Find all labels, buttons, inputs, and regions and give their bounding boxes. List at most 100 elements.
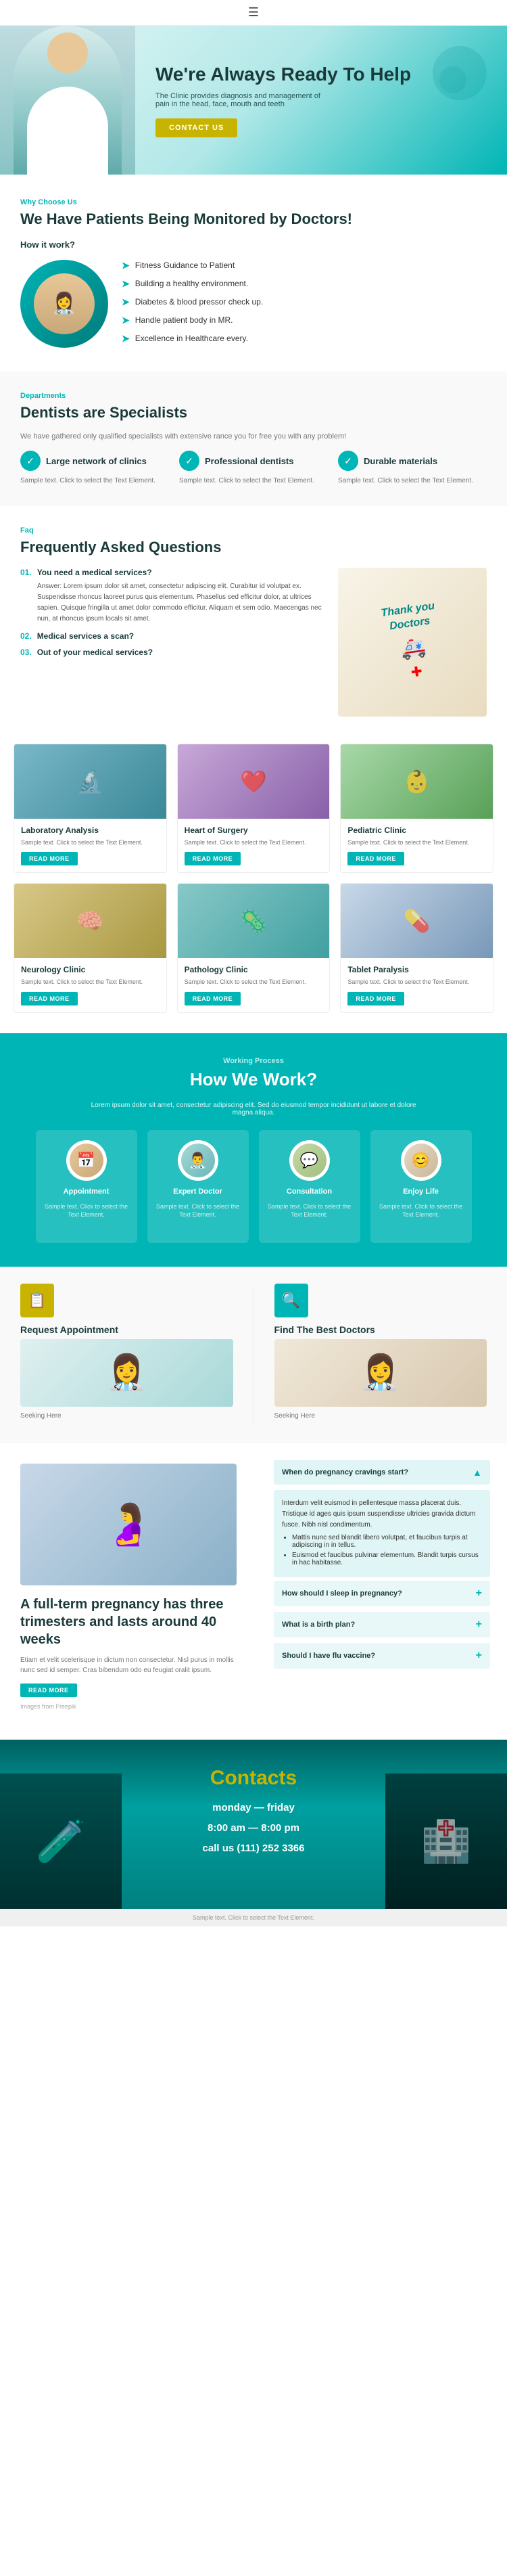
preg-qa-3: Should I have flu vaccine? + bbox=[274, 1643, 490, 1669]
faq-label: Faq bbox=[20, 526, 487, 535]
service-body-lab: Laboratory Analysis Sample text. Click t… bbox=[14, 819, 166, 873]
service-btn-pathology[interactable]: READ MORE bbox=[185, 992, 241, 1005]
nurse-image: 👩‍⚕️ bbox=[20, 260, 108, 348]
pathology-icon: 🦠 bbox=[240, 908, 267, 934]
doctor-silhouette bbox=[14, 26, 122, 175]
how-it-works-label: How it work? bbox=[20, 240, 487, 250]
thankyou-ambulance-icon: 🚑 bbox=[385, 633, 441, 664]
preg-read-more-btn[interactable]: READ MORE bbox=[20, 1684, 77, 1697]
faq-questions: 01. You need a medical services? Answer:… bbox=[20, 568, 324, 717]
service-text-pediatric: Sample text. Click to select the Text El… bbox=[347, 838, 486, 847]
service-body-neuro: Neurology Clinic Sample text. Click to s… bbox=[14, 958, 166, 1012]
dept-icon-3: ✓ bbox=[338, 451, 358, 471]
service-btn-tablet[interactable]: READ MORE bbox=[347, 992, 404, 1005]
service-btn-pediatric[interactable]: READ MORE bbox=[347, 852, 404, 865]
step-icon-1: 📅 bbox=[66, 1140, 107, 1181]
contacts-section: 🧪 🏥 Contacts monday — friday 8:00 am — 8… bbox=[0, 1740, 507, 1909]
preg-answer-list: Mattis nunc sed blandit libero volutpat,… bbox=[282, 1534, 482, 1566]
step-card-1: 📅 Appointment Sample text. Click to sele… bbox=[36, 1130, 137, 1243]
step-text-2: Sample text. Click to select the Text El… bbox=[154, 1202, 242, 1219]
step-img-4: 😊 bbox=[404, 1144, 438, 1177]
request-appointment-image: 👩‍⚕️ bbox=[20, 1339, 233, 1407]
doctors-photo-icon: 👩‍⚕️ bbox=[360, 1353, 402, 1393]
dept-subtitle: We have gathered only qualified speciali… bbox=[20, 432, 487, 440]
service-btn-lab[interactable]: READ MORE bbox=[21, 852, 78, 865]
faq-q1-text: You need a medical services? bbox=[37, 568, 152, 577]
faq-image: Thank youDoctors 🚑 ✚ bbox=[338, 568, 487, 717]
preg-main-question-text: When do pregnancy cravings start? bbox=[282, 1468, 408, 1476]
dept-card-2-text: Sample text. Click to select the Text El… bbox=[179, 476, 328, 486]
preg-q-2[interactable]: What is a birth plan? + bbox=[274, 1612, 490, 1637]
request-appointment-card: 📋 Request Appointment 👩‍⚕️ Seeking Here bbox=[20, 1284, 233, 1426]
step-icon-3: 💬 bbox=[289, 1140, 330, 1181]
contacts-time: 8:00 am — 8:00 pm bbox=[122, 1818, 385, 1838]
why-item-2: ➤Building a healthy environment. bbox=[122, 278, 263, 290]
faq-number-3: 03. bbox=[20, 648, 32, 657]
service-img-pediatric: 👶 bbox=[341, 744, 493, 819]
contacts-content: Contacts monday — friday 8:00 am — 8:00 … bbox=[0, 1740, 507, 1886]
service-btn-neuro[interactable]: READ MORE bbox=[21, 992, 78, 1005]
hamburger-menu-icon[interactable]: ☰ bbox=[248, 5, 259, 19]
faq-question-3[interactable]: 03. Out of your medical services? bbox=[20, 648, 324, 657]
heart-icon: ❤️ bbox=[240, 769, 267, 794]
service-title-pediatric: Pediatric Clinic bbox=[347, 826, 486, 835]
doctor-head bbox=[47, 32, 88, 73]
hero-cta-button[interactable]: CONTACT US bbox=[155, 118, 237, 137]
steps-grid: 📅 Appointment Sample text. Click to sele… bbox=[20, 1130, 487, 1243]
service-card-lab: 🔬 Laboratory Analysis Sample text. Click… bbox=[14, 744, 167, 874]
step-card-3: 💬 Consultation Sample text. Click to sel… bbox=[259, 1130, 360, 1243]
nurse-photo-icon: 👩‍⚕️ bbox=[105, 1353, 147, 1393]
step-icon-4: 😊 bbox=[401, 1140, 441, 1181]
step-text-1: Sample text. Click to select the Text El… bbox=[43, 1202, 130, 1219]
contacts-title: Contacts bbox=[122, 1767, 385, 1790]
dept-icon-1: ✓ bbox=[20, 451, 41, 471]
thankyou-content: Thank youDoctors 🚑 ✚ bbox=[380, 600, 444, 684]
why-item-1: ➤Fitness Guidance to Patient bbox=[122, 260, 263, 271]
dept-title: Dentists are Specialists bbox=[20, 403, 487, 423]
dept-card-2-header: ✓ Professional dentists bbox=[179, 451, 328, 471]
preg-answer-li-1: Mattis nunc sed blandit libero volutpat,… bbox=[292, 1534, 482, 1549]
pregnancy-section: 🤰 A full-term pregnancy has three trimes… bbox=[0, 1443, 507, 1740]
lab-icon: 🔬 bbox=[76, 769, 103, 794]
faq-question-1[interactable]: 01. You need a medical services? bbox=[20, 568, 324, 577]
faq-section: Faq Frequently Asked Questions 01. You n… bbox=[0, 506, 507, 737]
preg-main-img-icon: 🤰 bbox=[103, 1500, 154, 1548]
footer-text: Sample text. Click to select the Text El… bbox=[14, 1914, 493, 1921]
request-appointment-icon: 📋 bbox=[20, 1284, 54, 1317]
footer-note: Sample text. Click to select the Text El… bbox=[0, 1909, 507, 1926]
faq-number-2: 02. bbox=[20, 631, 32, 641]
service-img-pathology: 🦠 bbox=[178, 884, 330, 958]
step-title-3: Consultation bbox=[266, 1188, 354, 1196]
preg-main-image: 🤰 bbox=[20, 1464, 237, 1585]
preg-q-1[interactable]: How should I sleep in pregnancy? + bbox=[274, 1581, 490, 1606]
service-btn-heart[interactable]: READ MORE bbox=[185, 852, 241, 865]
preg-answer-li-2: Euismod et faucibus pulvinar elementum. … bbox=[292, 1552, 482, 1566]
preg-main-question-plus: ▲ bbox=[473, 1467, 482, 1478]
services-section: 🔬 Laboratory Analysis Sample text. Click… bbox=[0, 737, 507, 1033]
how-work-title: How We Work? bbox=[20, 1068, 487, 1091]
preg-main-question-bar[interactable]: When do pregnancy cravings start? ▲ bbox=[274, 1460, 490, 1485]
contacts-hours: monday — friday bbox=[122, 1798, 385, 1818]
find-doctors-title: Find The Best Doctors bbox=[274, 1324, 487, 1335]
step-text-3: Sample text. Click to select the Text El… bbox=[266, 1202, 354, 1219]
faq-content: 01. You need a medical services? Answer:… bbox=[20, 568, 487, 717]
why-list: ➤Fitness Guidance to Patient ➤Building a… bbox=[122, 260, 263, 351]
dept-card-3-text: Sample text. Click to select the Text El… bbox=[338, 476, 487, 486]
service-card-neuro: 🧠 Neurology Clinic Sample text. Click to… bbox=[14, 883, 167, 1013]
why-item-4: ➤Handle patient body in MR. bbox=[122, 315, 263, 326]
step-title-2: Expert Doctor bbox=[154, 1188, 242, 1196]
preg-right: When do pregnancy cravings start? ▲ Inte… bbox=[257, 1443, 507, 1740]
service-body-tablet: Tablet Paralysis Sample text. Click to s… bbox=[341, 958, 493, 1012]
why-content: 👩‍⚕️ ➤Fitness Guidance to Patient ➤Build… bbox=[20, 260, 487, 351]
step-card-4: 😊 Enjoy Life Sample text. Click to selec… bbox=[370, 1130, 472, 1243]
preg-q-2-text: What is a birth plan? bbox=[282, 1621, 355, 1629]
faq-question-2[interactable]: 02. Medical services a scan? bbox=[20, 631, 324, 641]
dept-icon-2: ✓ bbox=[179, 451, 199, 471]
preg-q-3[interactable]: Should I have flu vaccine? + bbox=[274, 1643, 490, 1669]
step-title-4: Enjoy Life bbox=[377, 1188, 465, 1196]
faq-item-2: 02. Medical services a scan? bbox=[20, 631, 324, 641]
services-grid: 🔬 Laboratory Analysis Sample text. Click… bbox=[14, 744, 493, 1013]
contacts-info: monday — friday 8:00 am — 8:00 pm call u… bbox=[122, 1798, 385, 1859]
preg-q-2-plus: + bbox=[476, 1619, 482, 1631]
faq-title: Frequently Asked Questions bbox=[20, 538, 487, 558]
